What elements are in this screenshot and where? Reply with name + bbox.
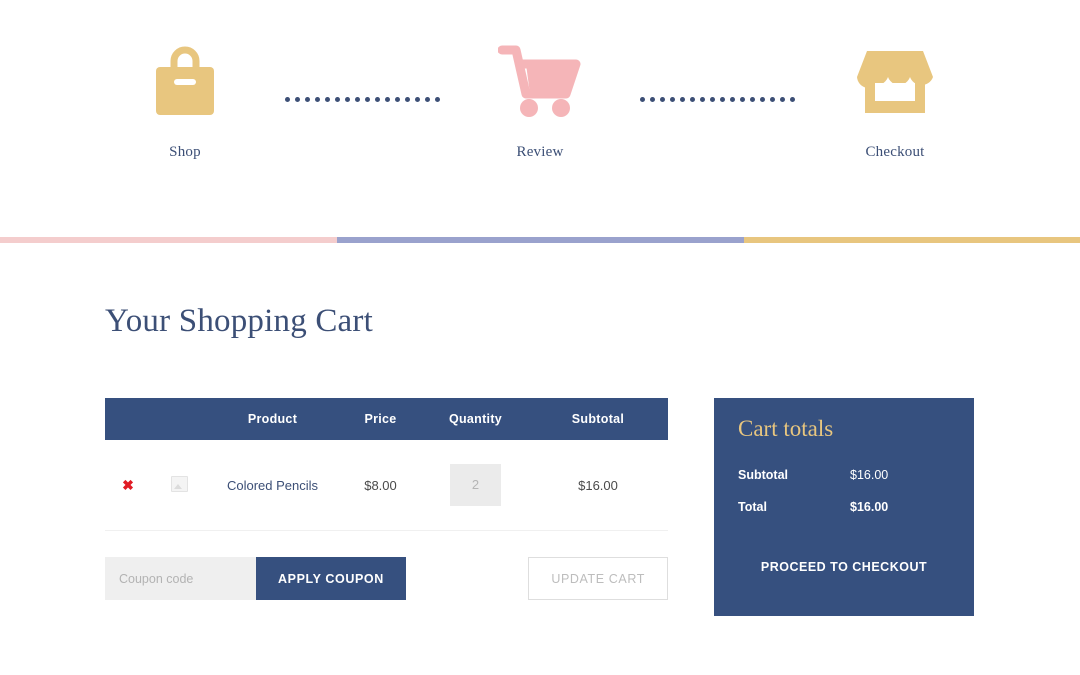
step-shop[interactable]: Shop	[100, 40, 270, 161]
cart-table-head: Product Price Quantity Subtotal	[105, 398, 668, 440]
coupon-code-input[interactable]	[105, 557, 256, 600]
table-row: ✖ Colored Pencils $8.00 2 $16.00	[105, 440, 668, 531]
step-connector-2	[625, 40, 810, 120]
totals-row-subtotal: Subtotal $16.00	[738, 468, 950, 482]
cell-quantity: 2	[423, 440, 528, 531]
step-checkout[interactable]: Checkout	[810, 40, 980, 161]
cart-table-wrap: Product Price Quantity Subtotal ✖ Colore…	[105, 398, 668, 600]
total-value: $16.00	[850, 500, 889, 514]
subtotal-label: Subtotal	[738, 468, 788, 482]
total-label: Total	[738, 500, 767, 514]
apply-coupon-button[interactable]: APPLY COUPON	[256, 557, 406, 600]
header-price: Price	[338, 398, 423, 440]
step-checkout-label: Checkout	[865, 144, 925, 160]
cell-product: Colored Pencils	[207, 440, 338, 531]
quantity-input[interactable]: 2	[450, 464, 501, 506]
divider-segment-pink	[0, 237, 337, 243]
header-remove	[105, 398, 151, 440]
proceed-to-checkout-button[interactable]: PROCEED TO CHECKOUT	[755, 559, 933, 575]
header-quantity: Quantity	[423, 398, 528, 440]
cart-table-body: ✖ Colored Pencils $8.00 2 $16.00	[105, 440, 668, 531]
cart-actions-row: APPLY COUPON UPDATE CART	[105, 531, 668, 600]
cell-subtotal: $16.00	[528, 440, 668, 531]
coupon-group: APPLY COUPON	[105, 557, 406, 600]
remove-item-icon[interactable]: ✖	[122, 477, 134, 493]
header-thumbnail	[151, 398, 207, 440]
totals-row-total: Total $16.00	[738, 500, 950, 514]
page-title: Your Shopping Cart	[105, 303, 373, 339]
header-product: Product	[207, 398, 338, 440]
step-connector-1	[270, 40, 455, 120]
cart-totals-title: Cart totals	[738, 416, 834, 441]
shopping-bag-icon	[152, 40, 218, 120]
cell-price: $8.00	[338, 440, 423, 531]
cart-table-header-row: Product Price Quantity Subtotal	[105, 398, 668, 440]
cell-remove: ✖	[105, 440, 151, 531]
subtotal-value: $16.00	[850, 468, 889, 482]
broken-image-icon[interactable]	[170, 475, 188, 492]
main-content: Your Shopping Cart Product Price Quantit…	[0, 231, 1080, 616]
checkout-button-wrap: PROCEED TO CHECKOUT	[738, 558, 950, 576]
cart-layout: Product Price Quantity Subtotal ✖ Colore…	[105, 398, 1080, 616]
step-shop-label: Shop	[169, 144, 201, 160]
checkout-steps-header: Shop Review Checkout	[0, 0, 1080, 243]
product-name-link[interactable]: Colored Pencils	[227, 478, 318, 493]
shopping-cart-icon	[498, 40, 582, 120]
steps-row: Shop Review Checkout	[0, 0, 1080, 161]
tricolor-divider	[0, 237, 1080, 243]
cart-totals-panel: Cart totals Subtotal $16.00 Total $16.00…	[714, 398, 974, 616]
step-review[interactable]: Review	[455, 40, 625, 161]
divider-segment-gold	[744, 237, 1080, 243]
cart-table: Product Price Quantity Subtotal ✖ Colore…	[105, 398, 668, 531]
header-subtotal: Subtotal	[528, 398, 668, 440]
cell-thumbnail	[151, 440, 207, 531]
storefront-icon	[857, 40, 933, 120]
step-review-label: Review	[516, 144, 564, 160]
divider-segment-purple	[337, 237, 744, 243]
update-cart-button[interactable]: UPDATE CART	[528, 557, 668, 600]
